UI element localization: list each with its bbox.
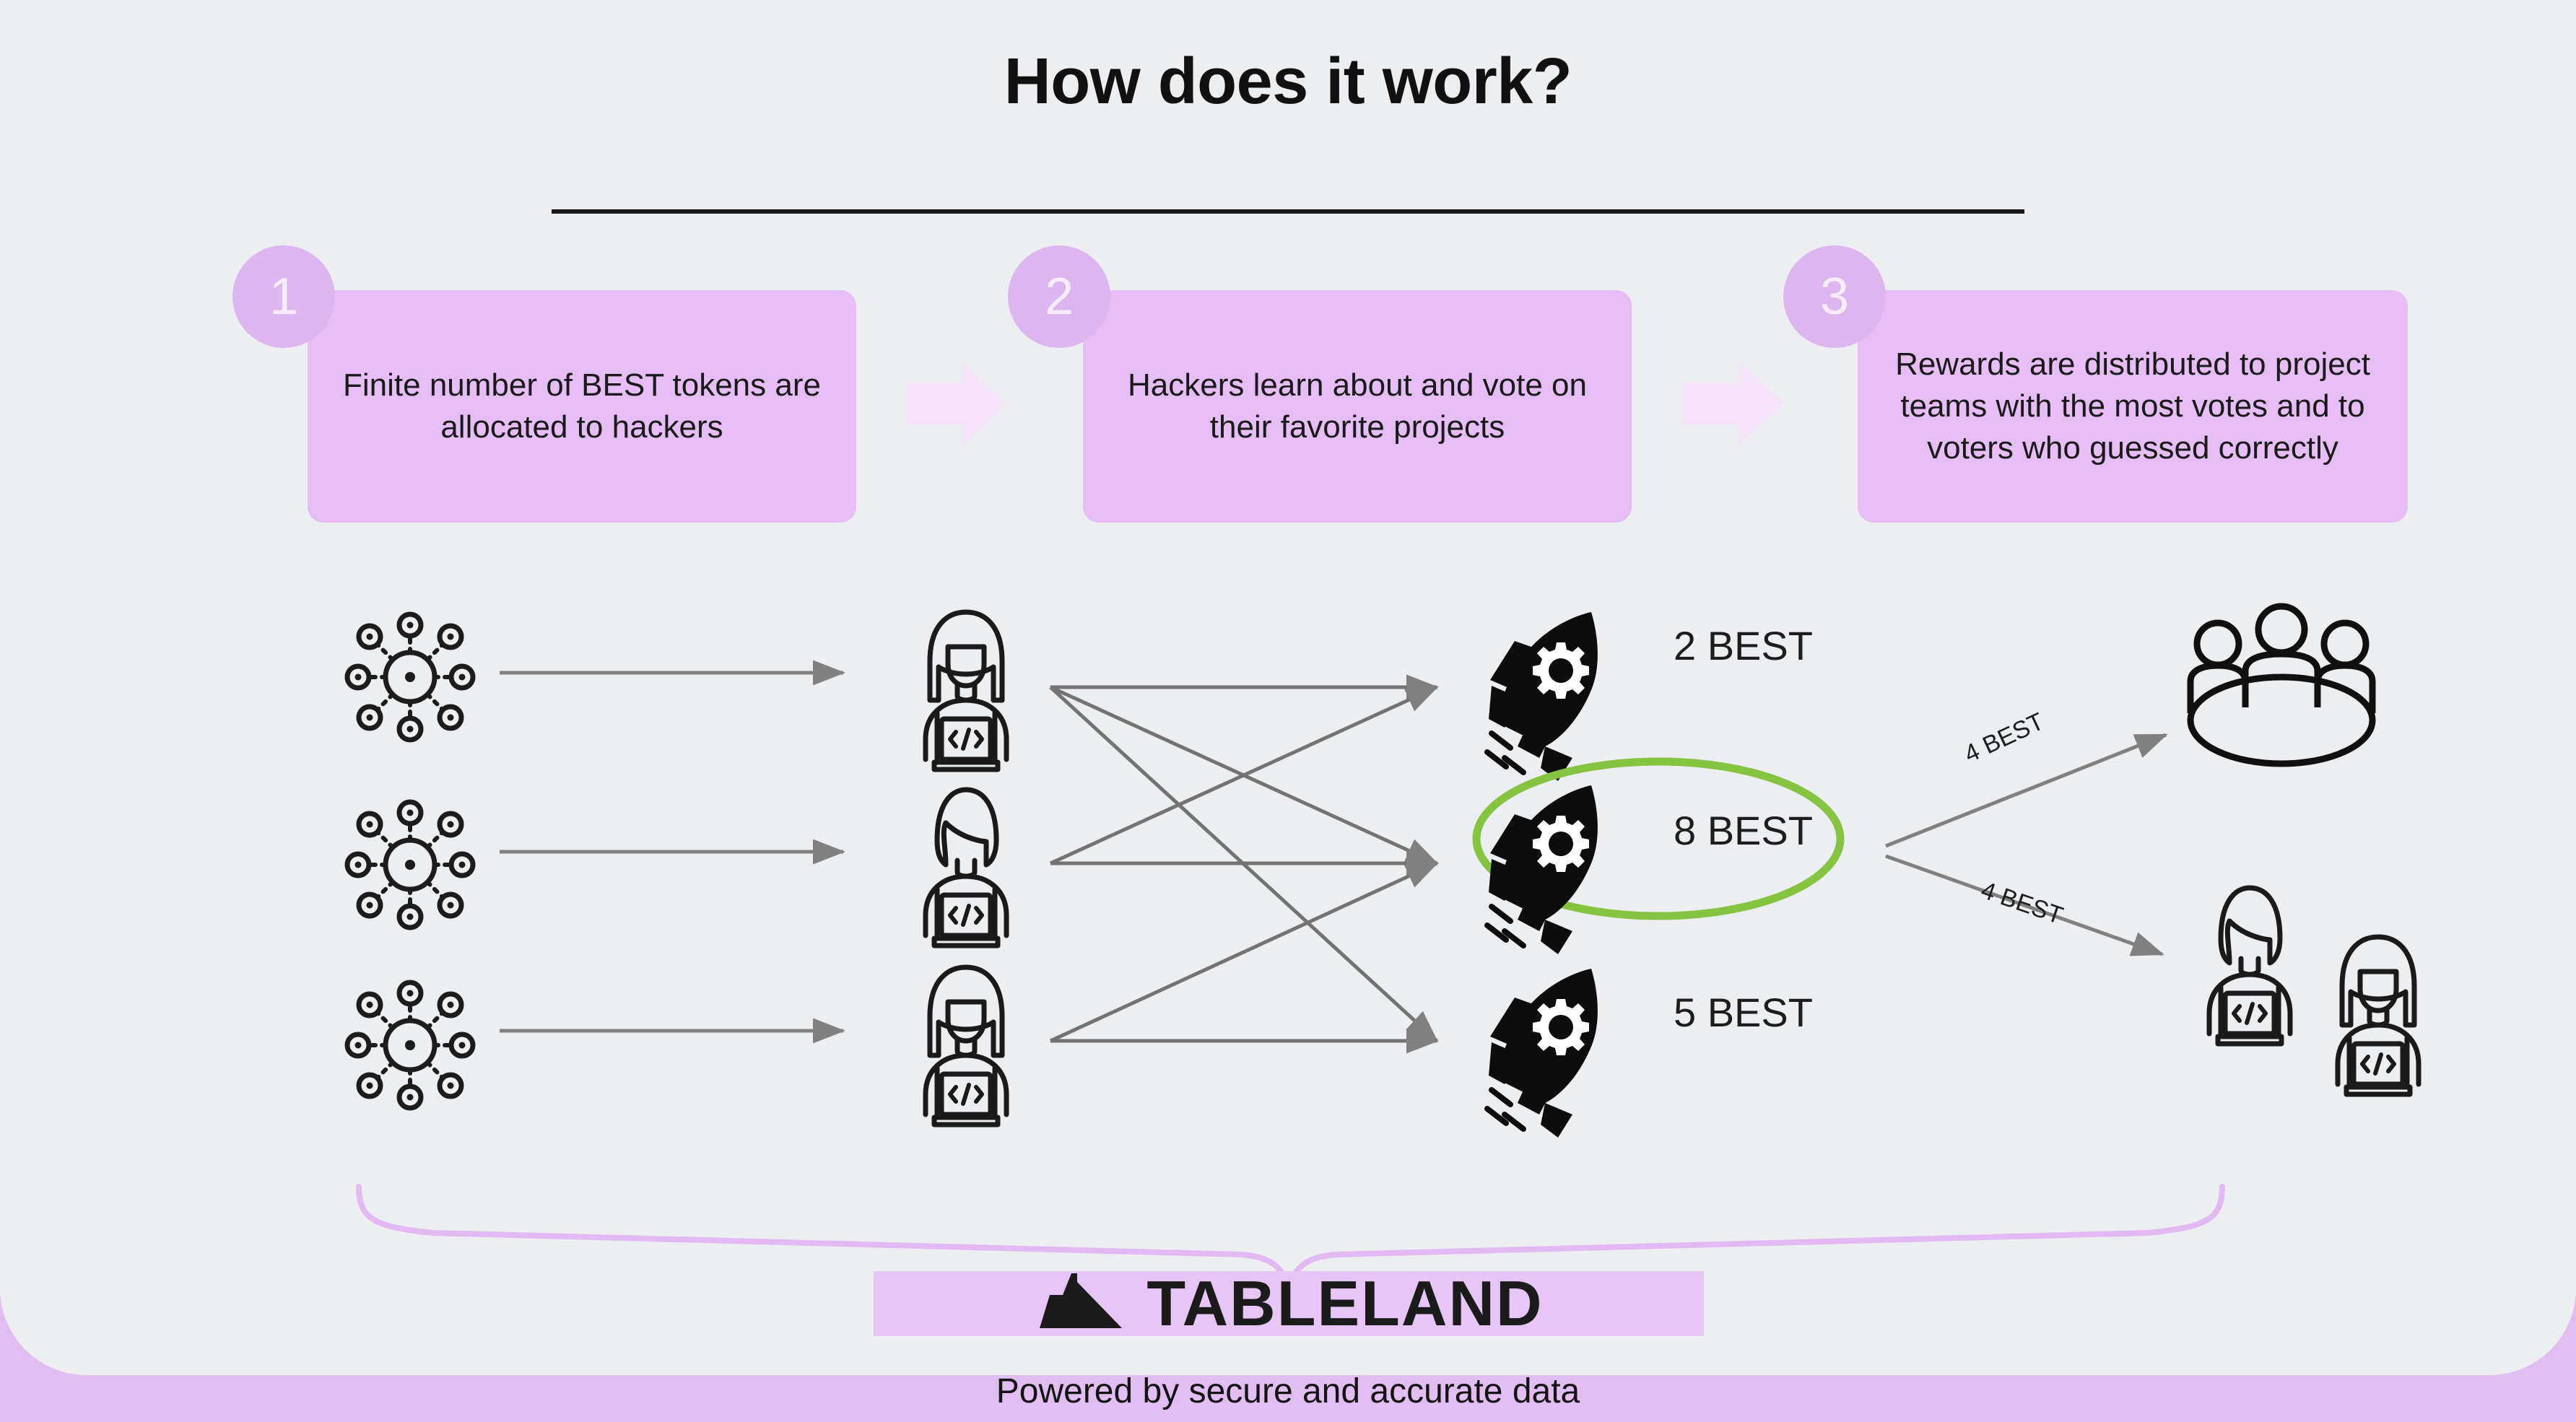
flow-diagram (0, 0, 2576, 1290)
footer-tagline: Powered by secure and accurate data (996, 1372, 1580, 1410)
step-1-number: 1 (269, 268, 299, 326)
hacker-2 (926, 790, 1006, 946)
token-network-1 (347, 614, 473, 740)
project-team-icon (2190, 606, 2372, 764)
reward-arrow-team (1885, 733, 2168, 848)
step-3-text: Rewards are distributed to project teams… (1895, 346, 2370, 466)
step-3-number-badge: 3 (1783, 245, 1886, 348)
project-rocket-1 (1487, 612, 1598, 781)
vote-arrows (1049, 674, 1440, 1054)
step-1-text: Finite number of BEST tokens are allocat… (343, 367, 821, 445)
tableland-logo[interactable]: TABLELAND (874, 1265, 1704, 1343)
step-2-text: Hackers learn about and vote on their fa… (1128, 367, 1587, 445)
project-2-label: 8 BEST (1674, 808, 1813, 853)
project-3-label: 5 BEST (1674, 990, 1813, 1035)
step-3-number: 3 (1819, 268, 1850, 326)
step-2-number: 2 (1044, 268, 1074, 326)
hacker-1 (926, 612, 1006, 769)
tableland-mark-icon (1040, 1273, 1123, 1328)
project-rocket-3 (1487, 969, 1598, 1138)
step-2-number-badge: 2 (1008, 245, 1110, 348)
token-network-3 (347, 982, 473, 1108)
project-1-label: 2 BEST (1674, 623, 1813, 668)
correct-voter-1 (2209, 888, 2290, 1044)
project-rocket-2 (1487, 785, 1598, 954)
correct-voter-2 (2338, 937, 2419, 1094)
hacker-3 (926, 967, 1006, 1125)
token-network-2 (347, 802, 473, 928)
step-1-number-badge: 1 (232, 245, 335, 348)
tableland-wordmark: TABLELAND (1146, 1268, 1544, 1339)
slide-canvas: How does it work? 1 Finite number of BES… (0, 0, 2576, 1422)
